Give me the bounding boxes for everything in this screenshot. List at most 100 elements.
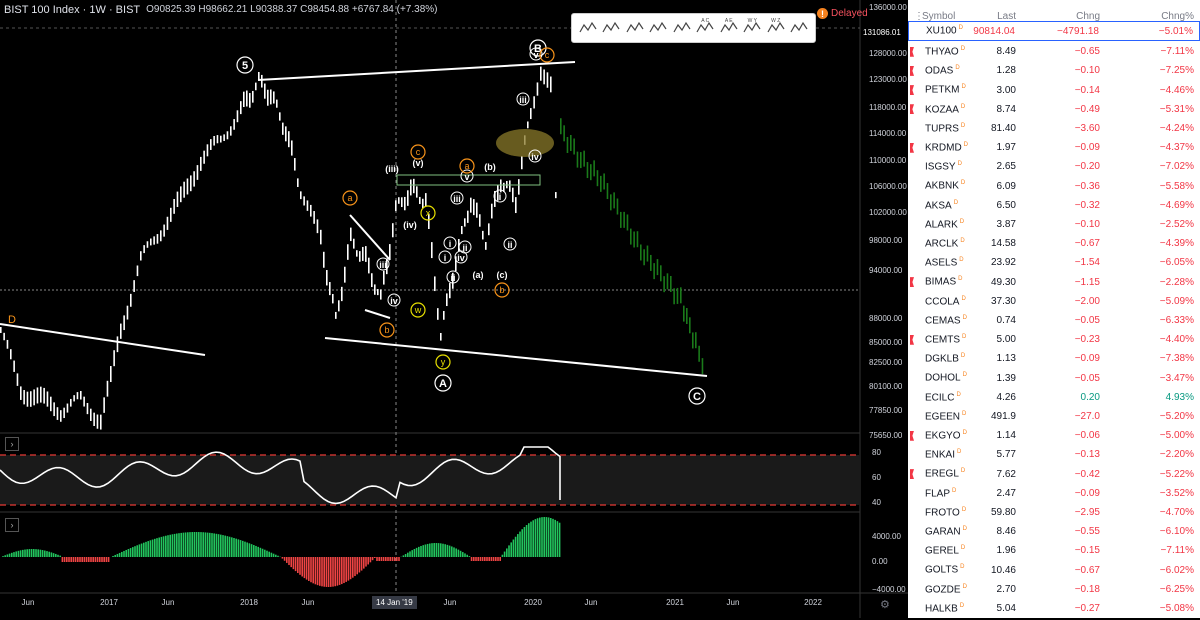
rsi-collapse-button[interactable]: › bbox=[5, 437, 19, 451]
macd-bar bbox=[372, 557, 374, 560]
macd-bar bbox=[13, 552, 15, 557]
projection-candle bbox=[692, 332, 694, 348]
macd-bar bbox=[449, 546, 451, 557]
candle bbox=[537, 82, 539, 95]
macd-bar bbox=[240, 540, 242, 557]
trend-pattern-tool-icon[interactable] bbox=[601, 18, 621, 38]
candle bbox=[110, 366, 112, 382]
candle bbox=[107, 381, 109, 397]
elliott-wxy-tool-icon[interactable]: W Y bbox=[742, 18, 762, 38]
macd-bar bbox=[486, 557, 488, 561]
macd-bar bbox=[502, 555, 504, 557]
pen-tool-icon[interactable] bbox=[789, 18, 809, 38]
candle bbox=[27, 392, 29, 407]
macd-bar bbox=[321, 557, 323, 586]
watchlist-row[interactable]: HALKBD5.04−0.27−5.08% bbox=[908, 597, 1200, 620]
macd-bar bbox=[524, 527, 526, 557]
row-change: −0.32 bbox=[1040, 200, 1100, 211]
macd-bar bbox=[425, 544, 427, 557]
wave-label: y bbox=[441, 357, 446, 367]
macd-bar bbox=[18, 551, 20, 557]
abcd-pattern-tool-icon[interactable] bbox=[625, 18, 645, 38]
macd-bar bbox=[442, 544, 444, 557]
watchlist-row[interactable]: XU100D90814.04−4791.18−5.01% bbox=[908, 21, 1200, 41]
macd-bar bbox=[515, 537, 517, 557]
macd-bar bbox=[427, 544, 429, 557]
wave-label: iv bbox=[531, 152, 539, 162]
macd-bar bbox=[2, 556, 4, 557]
settings-gear-icon[interactable]: ⚙ bbox=[880, 598, 890, 611]
candle bbox=[123, 315, 125, 330]
candle bbox=[350, 228, 352, 241]
candle bbox=[326, 270, 328, 285]
macd-bar bbox=[526, 525, 528, 557]
macd-bar bbox=[277, 556, 279, 557]
macd-bar bbox=[345, 557, 347, 582]
row-change: −0.18 bbox=[1040, 584, 1100, 595]
macd-collapse-button[interactable]: › bbox=[5, 518, 19, 532]
macd-bar bbox=[517, 534, 519, 557]
macd-bar bbox=[139, 544, 141, 557]
macd-bar bbox=[202, 532, 204, 557]
candle bbox=[120, 324, 122, 339]
row-change-pct: −6.33% bbox=[1134, 315, 1194, 326]
delayed-indicator[interactable]: ! Delayed bbox=[817, 8, 868, 19]
macd-bar bbox=[174, 534, 176, 557]
macd-bar bbox=[304, 557, 306, 578]
elliott-impulse-tool-icon[interactable] bbox=[672, 18, 692, 38]
macd-bar bbox=[288, 557, 290, 565]
projection-candle bbox=[673, 288, 675, 304]
elliott-wxyxz-tool-icon[interactable]: W Z bbox=[766, 18, 786, 38]
candle bbox=[291, 140, 293, 155]
macd-bar bbox=[332, 557, 334, 587]
macd-bar bbox=[418, 547, 420, 557]
elliott-abe-tool-icon[interactable]: A E bbox=[719, 18, 739, 38]
macd-bar bbox=[266, 551, 268, 557]
candle bbox=[267, 90, 269, 106]
wave-label: x bbox=[426, 208, 431, 218]
macd-bar bbox=[68, 557, 70, 562]
macd-bar bbox=[337, 557, 339, 586]
row-change: −0.05 bbox=[1040, 315, 1100, 326]
candle bbox=[240, 101, 242, 114]
projection-candle bbox=[643, 249, 645, 265]
macd-bar bbox=[209, 533, 211, 557]
macd-bar bbox=[491, 557, 493, 561]
wave-label: b bbox=[499, 285, 504, 295]
row-change-pct: −5.09% bbox=[1134, 296, 1194, 307]
projection-candle bbox=[620, 212, 622, 228]
flag-icon bbox=[910, 277, 914, 287]
symbol-title[interactable]: BIST 100 Index · 1W · BIST bbox=[4, 4, 140, 16]
candle bbox=[335, 312, 337, 319]
chart-panel[interactable]: 5BAC(iii)(v)(iv)(b)(a)(c)viiiiviiiviviii… bbox=[0, 0, 908, 618]
row-last: 1.14 bbox=[956, 430, 1016, 441]
candle bbox=[77, 392, 79, 399]
row-last: 23.92 bbox=[956, 257, 1016, 268]
macd-bar bbox=[216, 534, 218, 557]
candle bbox=[422, 199, 424, 208]
macd-bar bbox=[64, 557, 66, 562]
projection-candle bbox=[627, 214, 629, 230]
text-lines-tool-icon[interactable] bbox=[648, 18, 668, 38]
macd-bar bbox=[497, 557, 499, 561]
macd-bar bbox=[493, 557, 495, 561]
row-last: 6.09 bbox=[956, 181, 1016, 192]
flag-icon bbox=[910, 469, 914, 479]
candle bbox=[37, 387, 39, 403]
ohlc-readout: O90825.39 H98662.21 L90388.37 C98454.88 … bbox=[146, 4, 437, 16]
candle bbox=[130, 294, 132, 307]
macd-bar bbox=[121, 552, 123, 557]
macd-bar bbox=[480, 557, 482, 561]
row-last: 1.28 bbox=[956, 65, 1016, 76]
elliott-abc-tool-icon[interactable]: A C bbox=[695, 18, 715, 38]
candle bbox=[80, 391, 82, 400]
chart-canvas[interactable]: 5BAC(iii)(v)(iv)(b)(a)(c)viiiiviiiviviii… bbox=[0, 0, 908, 618]
macd-bar bbox=[57, 555, 59, 557]
macd-bar bbox=[396, 557, 398, 561]
macd-bar bbox=[334, 557, 336, 586]
macd-bar bbox=[506, 548, 508, 557]
head-shoulders-tool-icon[interactable] bbox=[578, 18, 598, 38]
macd-bar bbox=[163, 536, 165, 557]
candle bbox=[23, 390, 25, 404]
row-last: 2.47 bbox=[956, 488, 1016, 499]
